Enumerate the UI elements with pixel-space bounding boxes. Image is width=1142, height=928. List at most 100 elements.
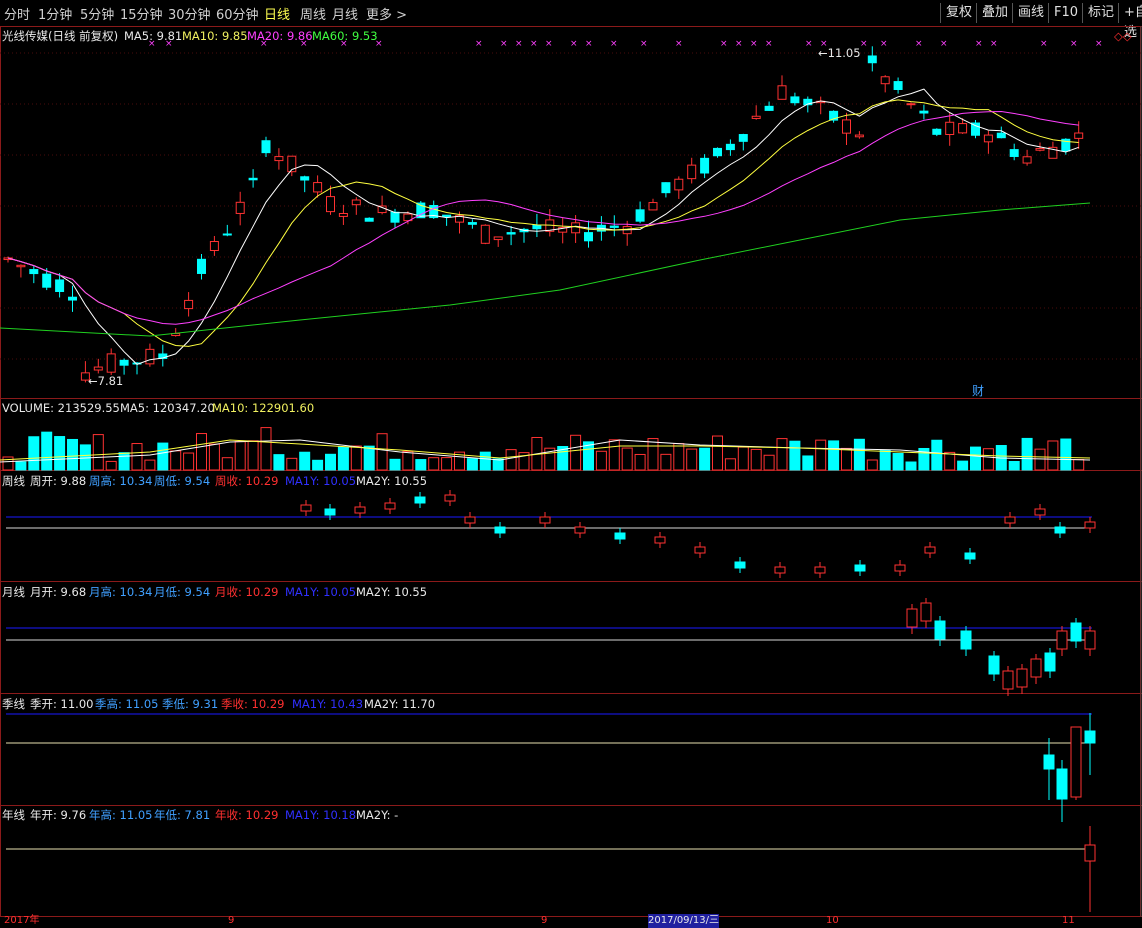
candle-body: [467, 222, 477, 225]
crosshair-date-label: 2017/09/13/三: [648, 914, 720, 928]
candle-body: [209, 241, 219, 251]
volume-bar: [144, 459, 156, 471]
candle-body: [326, 196, 335, 213]
chart-frame: [0, 26, 1141, 917]
signal-marker: ×: [915, 39, 923, 49]
stock-title: 光线传媒(日线 前复权): [2, 29, 119, 43]
volume-bar: [1021, 437, 1033, 471]
weekly-candle-body: [924, 546, 936, 554]
candle-body: [700, 157, 710, 174]
volume-bar: [595, 450, 607, 471]
weekly-candle-body: [894, 564, 906, 572]
yearly-ma1y: MA1Y: 10.18: [285, 808, 357, 822]
signal-marker: ×: [940, 39, 948, 49]
kline-chart-canvas[interactable]: × × × × × × × × × × × × × × × × × × × × × × × × × × × × × × ×: [0, 0, 1142, 925]
signal-marker: ×: [515, 39, 523, 49]
candle-body: [635, 209, 645, 222]
monthly-candle-body: [1070, 622, 1082, 642]
weekly-close: 周收: 10.29: [215, 474, 279, 488]
signal-marker: ×: [475, 39, 483, 49]
volume-bar: [67, 438, 78, 471]
volume-bar: [325, 453, 336, 471]
low-price-value: 7.81: [97, 374, 124, 388]
monthly-candle-body: [988, 655, 1000, 675]
candle-body: [248, 177, 258, 181]
signal-marker: ×: [640, 39, 648, 49]
volume-bar: [479, 451, 491, 471]
candle-body: [842, 119, 851, 134]
candle-body: [1022, 156, 1032, 164]
signal-marker: ×: [1040, 39, 1048, 49]
signal-marker: ×: [500, 39, 508, 49]
signal-marker: ×: [545, 39, 553, 49]
candle-body: [751, 115, 761, 119]
monthly-candle-body: [1084, 630, 1096, 650]
ma60-line: [0, 202, 1091, 337]
candle-body: [983, 134, 993, 143]
volume-bar: [363, 445, 375, 471]
weekly-candle-body: [964, 552, 976, 560]
candle-body: [313, 182, 323, 193]
volume-bar: [196, 433, 207, 471]
ma60-label: MA60: 9.53: [312, 29, 378, 43]
volume-bar: [41, 431, 53, 471]
volume-bar: [970, 446, 981, 471]
monthly-candle-body: [906, 608, 918, 628]
monthly-open: 月开: 9.68: [30, 585, 87, 599]
signal-marker: ×: [990, 39, 998, 49]
yearly-ma2y: MA2Y: -: [356, 808, 399, 822]
weekly-candle-body: [464, 516, 476, 524]
volume-bar: [1060, 438, 1072, 471]
volume-bar: [492, 458, 504, 471]
weekly-ma2y: MA2Y: 10.55: [356, 474, 428, 488]
candle-body: [674, 178, 684, 191]
weekly-candle-body: [444, 494, 456, 502]
monthly-high: 月高: 10.34: [89, 585, 153, 599]
volume-bar: [776, 438, 788, 471]
yearly-high: 年高: 11.05: [89, 808, 153, 822]
monthly-candle-body: [960, 630, 972, 650]
candle-body: [119, 359, 129, 366]
signal-marker: ×: [880, 39, 888, 49]
candle-body: [300, 176, 310, 181]
volume-bar: [105, 460, 117, 471]
weekly-high: 周高: 10.34: [89, 474, 153, 488]
candle-body: [958, 123, 968, 134]
volume-bar: [92, 434, 104, 471]
volume-bar: [815, 439, 827, 471]
signal-marker: ×: [610, 39, 618, 49]
weekly-candle-body: [384, 502, 396, 510]
candle-body: [338, 213, 348, 217]
candle-body: [68, 296, 77, 301]
volume-bar: [712, 435, 723, 471]
quarterly-ma2y: MA2Y: 11.70: [364, 697, 436, 711]
candle-body: [506, 232, 516, 235]
candle-body: [584, 232, 593, 242]
candle-body: [351, 199, 361, 206]
volume-bar: [647, 438, 659, 471]
candle-body: [184, 299, 194, 310]
candle-body: [854, 134, 864, 138]
volume-bar: [944, 451, 956, 471]
volume-bar: [866, 459, 878, 471]
diamond-icon[interactable]: ◇◇: [1114, 29, 1132, 43]
weekly-candle-body: [539, 516, 551, 524]
volume-bar: [1008, 460, 1020, 471]
candle-body: [648, 202, 658, 211]
weekly-candle-body: [1004, 516, 1016, 524]
volume-bar: [234, 441, 246, 471]
candle-body: [893, 81, 903, 90]
ma20-label: MA20: 9.86: [247, 29, 313, 43]
weekly-candle-body: [814, 566, 826, 574]
ma10-label: MA10: 9.85: [182, 29, 248, 43]
signal-marker: ×: [675, 39, 683, 49]
monthly-ma2y: MA2Y: 10.55: [356, 585, 428, 599]
yearly-low: 年低: 7.81: [154, 808, 211, 822]
volume-bar: [802, 455, 814, 471]
volume-bar: [892, 452, 904, 471]
volume-bar: [686, 448, 698, 471]
time-axis-label: 10: [826, 915, 839, 926]
candle-body: [29, 269, 39, 275]
news-marker[interactable]: 财: [972, 384, 984, 398]
quarterly-candle-body: [1070, 726, 1082, 798]
